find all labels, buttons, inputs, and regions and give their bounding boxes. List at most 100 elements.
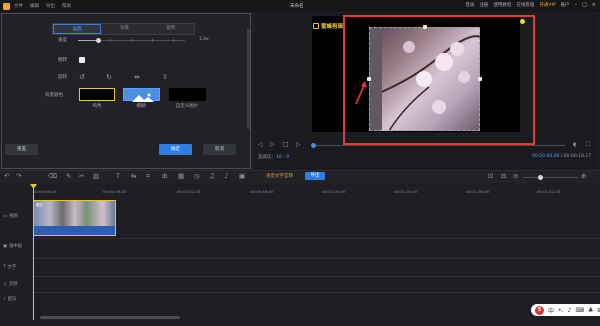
- maximize-icon[interactable]: □: [582, 2, 587, 8]
- tutorial-link[interactable]: 使用教程: [493, 2, 511, 8]
- speed-slider-fill: [78, 40, 98, 41]
- flip-vertical-icon[interactable]: ⇳: [162, 73, 168, 81]
- freeze-icon[interactable]: ⊞: [162, 172, 167, 180]
- track-video: ▭ 视频: [0, 213, 30, 220]
- speed-slider[interactable]: [78, 38, 185, 43]
- register-link[interactable]: 注册: [479, 2, 488, 8]
- text-icon[interactable]: T: [116, 172, 120, 180]
- volume-icon[interactable]: ◖: [573, 141, 576, 148]
- track-audio-label: 音频: [8, 282, 18, 287]
- minimize-icon[interactable]: –: [575, 2, 578, 8]
- playback-thumb[interactable]: [311, 143, 316, 148]
- menu-edit[interactable]: 编辑: [30, 3, 39, 9]
- music-icon[interactable]: ♫: [209, 172, 215, 180]
- stop-icon[interactable]: □: [283, 141, 289, 148]
- zoom-slider[interactable]: [523, 177, 578, 178]
- bg-solid-option[interactable]: [79, 88, 115, 101]
- zoom-in-icon[interactable]: ⊕: [581, 172, 586, 180]
- video-track-icon: ▭: [3, 213, 8, 219]
- timeline-scrollbar[interactable]: [40, 316, 180, 319]
- support-link[interactable]: 在线客服: [516, 2, 534, 8]
- track-pip-label: 画中画: [9, 244, 22, 249]
- watermark-icon: [313, 23, 319, 29]
- next-frame-icon[interactable]: ▷: [296, 141, 301, 148]
- zoom-out-icon[interactable]: ⊖: [513, 172, 518, 180]
- total-time: / 00:00:18.17: [560, 154, 592, 159]
- trash-icon[interactable]: ▥: [93, 172, 99, 180]
- microphone-icon[interactable]: ♪: [224, 172, 228, 180]
- rotate-left-icon[interactable]: ↺: [79, 73, 85, 81]
- play-icon[interactable]: ▷: [270, 141, 275, 148]
- menu-help[interactable]: 帮助: [62, 3, 71, 9]
- prev-frame-icon[interactable]: ◁: [258, 141, 263, 148]
- edit-toolbar: [0, 170, 600, 183]
- account-link[interactable]: 账户: [561, 2, 570, 8]
- current-time: 00:00:00.00: [532, 154, 560, 159]
- clip-title: 樱花: [36, 203, 43, 207]
- ime-logo-icon[interactable]: S: [535, 305, 544, 315]
- rotate-right-icon[interactable]: ↻: [106, 73, 112, 81]
- track-audio: ♫ 音频: [0, 281, 30, 288]
- delete-icon[interactable]: ⌫: [48, 172, 57, 180]
- dialog-scrollbar[interactable]: [247, 29, 250, 129]
- ok-button[interactable]: 确定: [159, 144, 192, 155]
- skin-icon[interactable]: ♣: [588, 307, 593, 314]
- speed-icon[interactable]: ◷: [194, 172, 200, 180]
- zoom-fit-icon[interactable]: ⊟: [501, 172, 506, 180]
- transition-icon[interactable]: ⇆: [131, 172, 136, 180]
- split-icon[interactable]: ✂: [79, 172, 84, 180]
- ime-mode-icon[interactable]: 中: [548, 306, 554, 315]
- tab-background[interactable]: 背景: [101, 24, 147, 34]
- fit-icon[interactable]: ⊡: [488, 172, 493, 180]
- system-tray: S 中 •, ♪ ⌨ ♣ ⊞: [531, 304, 600, 316]
- flip-horizontal-icon[interactable]: ⇹: [134, 73, 140, 81]
- login-link[interactable]: 登录: [465, 2, 474, 8]
- pen-icon[interactable]: ✎: [66, 172, 71, 180]
- playhead[interactable]: [33, 184, 34, 320]
- background-label: 背景颜色: [45, 93, 63, 98]
- mosaic-icon[interactable]: ▦: [178, 172, 184, 180]
- slider-tick: [131, 39, 132, 42]
- app-logo-icon: [3, 2, 10, 10]
- keyboard-icon[interactable]: ⌨: [575, 307, 584, 314]
- title-bar: 文件 编辑 导出 帮助 未命名 登录 注册 使用教程 在线客服 开通VIP 账户…: [0, 0, 600, 12]
- fullscreen-icon[interactable]: ⛶: [586, 141, 590, 148]
- ruler-label: 00:00:16.00: [103, 189, 127, 194]
- crop-icon[interactable]: ⌗: [146, 172, 150, 180]
- bg-blur-option[interactable]: [123, 88, 160, 102]
- track-text-label: 文字: [7, 265, 17, 270]
- menu-file[interactable]: 文件: [14, 3, 23, 9]
- ruler-label: 00:01:52.00: [537, 189, 561, 194]
- menu-export[interactable]: 导出: [46, 3, 55, 9]
- editor-window: 文件 编辑 导出 帮助 未命名 登录 注册 使用教程 在线客服 开通VIP 账户…: [0, 0, 600, 326]
- redo-icon[interactable]: ↷: [16, 172, 21, 180]
- punctuation-icon[interactable]: •,: [558, 307, 563, 314]
- flip-checkbox[interactable]: [79, 57, 85, 63]
- reset-button[interactable]: 重置: [5, 144, 38, 155]
- menu-bar: 文件 编辑 导出 帮助: [14, 3, 71, 9]
- aspect-ratio[interactable]: 宽高比：16 : 9: [258, 154, 289, 160]
- export-button[interactable]: 导出: [305, 172, 325, 180]
- ruler-label: 00:01:04.00: [322, 189, 346, 194]
- bg-custom-label: 自定义图片: [175, 104, 199, 109]
- speech-text-convert-button[interactable]: 语音文字互转: [266, 173, 293, 179]
- cancel-button[interactable]: 取消: [203, 144, 236, 155]
- vip-link[interactable]: 开通VIP: [539, 2, 555, 8]
- zoom-slider-thumb[interactable]: [538, 175, 543, 180]
- ruler-label: 00:00:48.00: [250, 189, 274, 194]
- music-track-icon: ♪: [3, 296, 6, 302]
- speed-slider-thumb[interactable]: [96, 38, 101, 43]
- track-divider: [30, 238, 600, 239]
- mic-icon[interactable]: ♪: [567, 307, 571, 314]
- tab-rotate[interactable]: 旋转: [148, 24, 194, 34]
- ruler-label: 00:01:20.00: [394, 189, 418, 194]
- undo-icon[interactable]: ↶: [4, 172, 9, 180]
- slider-tick: [110, 39, 111, 42]
- close-icon[interactable]: ×: [592, 2, 596, 8]
- tab-picture[interactable]: 画面: [53, 24, 102, 34]
- slider-tick: [173, 39, 174, 42]
- track-divider: [30, 258, 600, 259]
- bg-custom-image-option[interactable]: [169, 88, 206, 101]
- image-edit-icon[interactable]: ▣: [239, 172, 245, 180]
- playback-progress[interactable]: [315, 145, 565, 146]
